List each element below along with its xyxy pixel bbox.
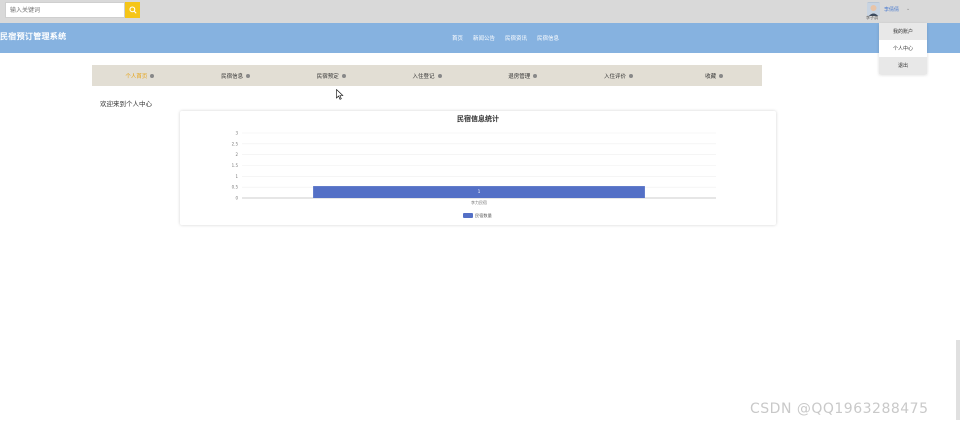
calendar-icon: [341, 73, 346, 78]
nav-news[interactable]: 新闻公告: [473, 34, 495, 42]
checkin-icon: [437, 73, 442, 78]
tab-label: 民宿信息: [221, 73, 244, 80]
y-tick-label: 2.5: [232, 141, 239, 146]
legend-swatch: [463, 213, 473, 218]
mouse-cursor-icon: [336, 89, 344, 100]
tab-label: 个人首页: [125, 73, 148, 80]
site-title: 民宿预订管理系统: [0, 32, 67, 41]
avatar[interactable]: [867, 2, 880, 16]
chevron-down-icon[interactable]: ⌄: [906, 6, 910, 12]
y-tick-label: 0.5: [232, 185, 239, 190]
tab-review[interactable]: 入住评价: [571, 72, 667, 80]
search-input[interactable]: [5, 2, 125, 18]
chart-card: 民宿信息统计 0 0.5 1 1.5 2 2.5 3 1 李力民宿 民宿数量: [180, 111, 776, 225]
bar-chart: 0 0.5 1 1.5 2 2.5 3 1 李力民宿民宿数量: [232, 131, 716, 219]
menu-my-account[interactable]: 我的账户: [879, 23, 927, 40]
nav-info-news[interactable]: 民宿资讯: [505, 34, 527, 42]
tab-label: 民宿预定: [316, 73, 339, 80]
top-bar: [0, 0, 960, 23]
header-bar: 民宿预订管理系统 首页 新闻公告 民宿资讯 民宿信息: [0, 23, 960, 53]
checkout-icon: [533, 73, 538, 78]
legend-label: 民宿数量: [475, 212, 492, 219]
tab-checkout[interactable]: 退房管理: [475, 72, 571, 80]
y-tick-label: 2: [235, 152, 238, 157]
heart-icon: [719, 73, 724, 78]
y-tick-label: 1: [235, 174, 238, 179]
y-tick-label: 3: [235, 131, 238, 136]
menu-personal-center[interactable]: 个人中心: [879, 40, 927, 57]
tab-homestay-info[interactable]: 民宿信息: [188, 72, 284, 80]
info-icon: [246, 73, 251, 78]
welcome-text: 欢迎来到个人中心: [100, 100, 152, 108]
search-icon: [128, 6, 137, 14]
tab-reservation[interactable]: 民宿预定: [283, 72, 379, 80]
username[interactable]: 李倩倩: [884, 6, 899, 13]
tab-label: 入住评价: [603, 73, 626, 80]
x-tick-label: 李力民宿: [471, 199, 487, 205]
main-nav: 首页 新闻公告 民宿资讯 民宿信息: [452, 34, 559, 42]
watermark: CSDN @QQ1963288475: [750, 401, 929, 417]
user-icon: [150, 73, 155, 78]
nav-homestay[interactable]: 民宿信息: [537, 34, 559, 42]
tab-label: 退房管理: [508, 73, 531, 80]
scrollbar[interactable]: [956, 340, 960, 420]
y-tick-label: 1.5: [232, 163, 239, 168]
tab-label: 收藏: [705, 73, 717, 80]
y-tick-label: 0: [235, 196, 238, 201]
search-box: [5, 2, 140, 18]
avatar-caption: 李子淇: [866, 15, 878, 20]
search-button[interactable]: [125, 2, 140, 18]
tab-bar: 个人首页 民宿信息 民宿预定 入住登记 退房管理 入住评价 收藏: [92, 65, 762, 86]
tab-checkin[interactable]: 入住登记: [379, 72, 475, 80]
user-dropdown: 我的账户 个人中心 退出: [879, 23, 927, 74]
nav-home[interactable]: 首页: [452, 34, 463, 42]
tab-personal-home[interactable]: 个人首页: [92, 72, 188, 80]
bar-data-label: 1: [478, 189, 481, 194]
menu-logout[interactable]: 退出: [879, 57, 927, 74]
tab-favorites[interactable]: 收藏: [666, 72, 762, 80]
tab-label: 入住登记: [412, 73, 435, 80]
star-icon: [628, 73, 633, 78]
